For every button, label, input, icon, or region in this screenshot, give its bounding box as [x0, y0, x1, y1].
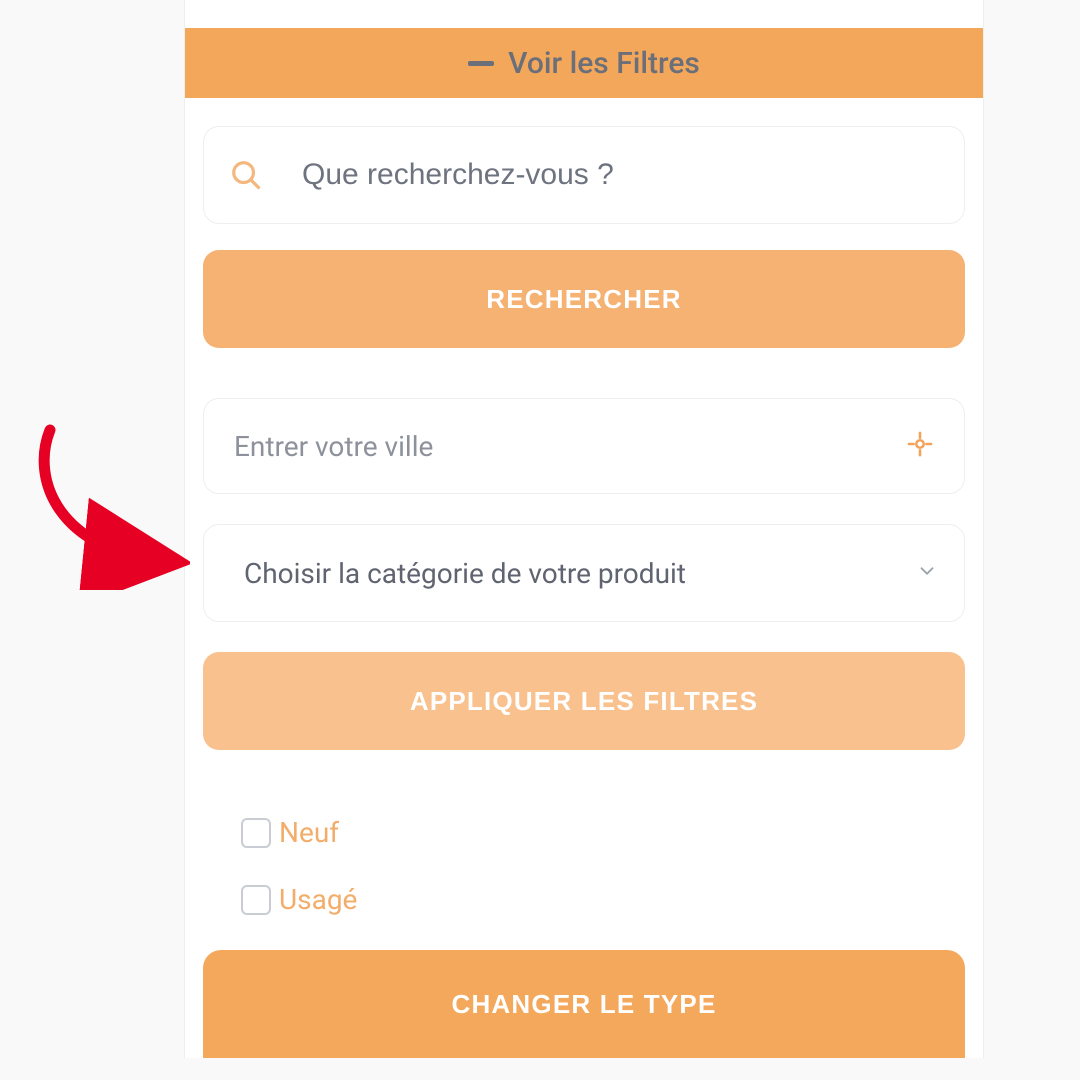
search-input[interactable] [302, 158, 938, 192]
condition-group: Neuf Usagé [203, 768, 965, 916]
change-type-label: CHANGER LE TYPE [451, 989, 716, 1020]
category-select[interactable]: Choisir la catégorie de votre produit [203, 524, 965, 622]
filters-header[interactable]: Voir les Filtres [185, 28, 983, 98]
search-field[interactable] [203, 126, 965, 224]
condition-label: Usagé [279, 883, 357, 916]
condition-option-neuf[interactable]: Neuf [241, 816, 935, 849]
collapse-icon [468, 61, 494, 66]
apply-filters-label: APPLIQUER LES FILTRES [410, 686, 758, 717]
checkbox-icon[interactable] [241, 818, 271, 848]
panel-body: RECHERCHER Entrer votre ville Choisir la… [185, 98, 983, 1058]
category-placeholder: Choisir la catégorie de votre produit [244, 557, 916, 590]
search-button[interactable]: RECHERCHER [203, 250, 965, 348]
change-type-button[interactable]: CHANGER LE TYPE [203, 950, 965, 1058]
city-placeholder: Entrer votre ville [234, 430, 906, 463]
checkbox-icon[interactable] [241, 885, 271, 915]
condition-option-usage[interactable]: Usagé [241, 883, 935, 916]
city-field[interactable]: Entrer votre ville [203, 398, 965, 494]
search-button-label: RECHERCHER [486, 284, 681, 315]
search-icon [230, 159, 262, 191]
locate-icon[interactable] [906, 430, 934, 462]
condition-label: Neuf [279, 816, 339, 849]
annotation-arrow-icon [20, 420, 190, 590]
filters-header-title: Voir les Filtres [508, 46, 700, 81]
apply-filters-button[interactable]: APPLIQUER LES FILTRES [203, 652, 965, 750]
spacer [185, 0, 983, 28]
chevron-down-icon [916, 560, 938, 586]
filters-panel: Voir les Filtres RECHERCHER Entrer votre… [184, 0, 984, 1058]
